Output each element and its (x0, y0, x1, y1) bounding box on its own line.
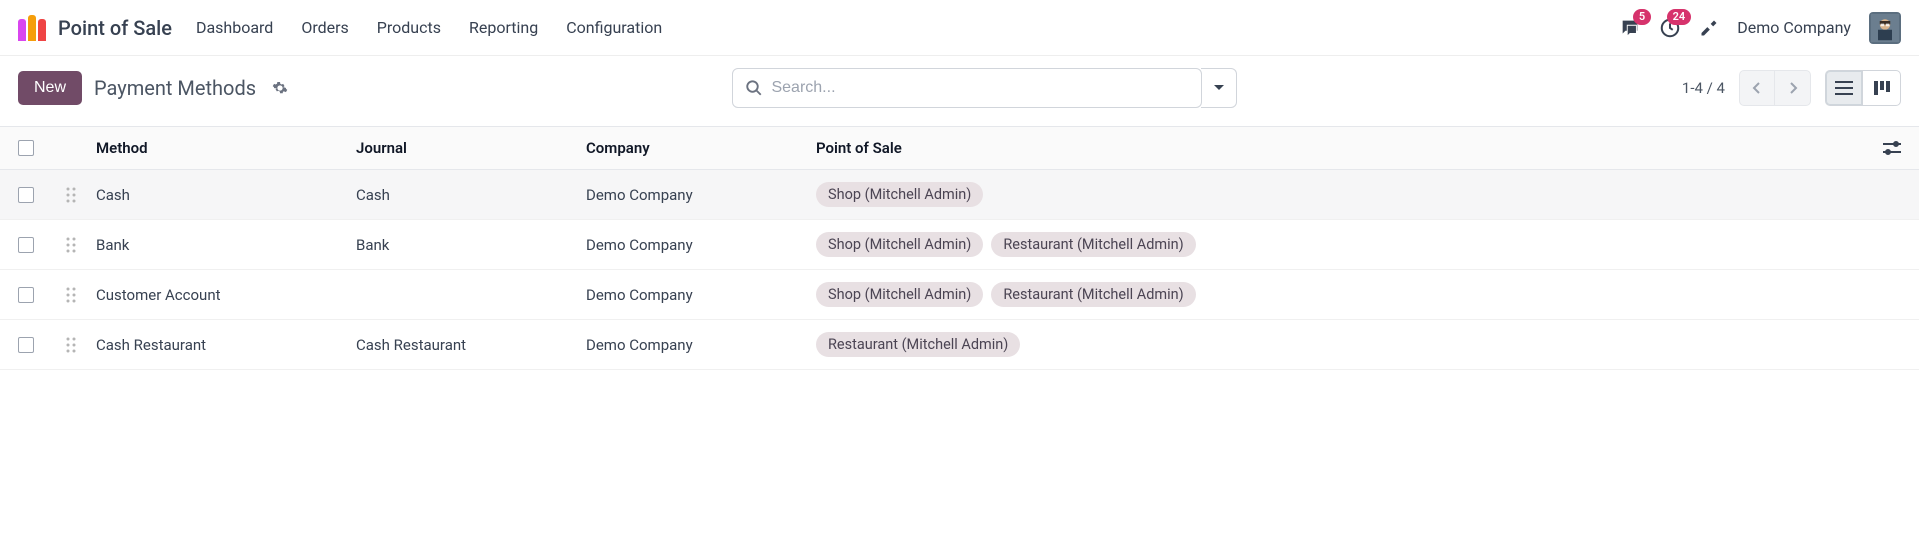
pager-prev-button[interactable] (1739, 70, 1775, 106)
cell-journal: Cash (356, 186, 586, 204)
sliders-icon (1883, 141, 1901, 155)
chevron-right-icon (1788, 81, 1798, 95)
row-checkbox[interactable] (18, 337, 34, 353)
chevron-left-icon (1752, 81, 1762, 95)
app-logo-icon[interactable] (18, 15, 48, 41)
pos-tag[interactable]: Restaurant (Mitchell Admin) (991, 282, 1195, 307)
search-icon (745, 79, 763, 97)
row-checkbox[interactable] (18, 287, 34, 303)
search-wrap (732, 68, 1237, 108)
select-all-checkbox[interactable] (18, 140, 34, 156)
cell-journal: Cash Restaurant (356, 336, 586, 354)
nav-dashboard[interactable]: Dashboard (196, 18, 273, 37)
cell-pos: Restaurant (Mitchell Admin) (816, 332, 1861, 357)
caret-down-icon (1214, 83, 1224, 93)
cell-company: Demo Company (586, 236, 816, 254)
page-title: Payment Methods (94, 76, 256, 100)
control-panel-right: 1-4 / 4 (1682, 70, 1901, 106)
messages-button[interactable]: 5 (1619, 17, 1641, 39)
company-switcher[interactable]: Demo Company (1737, 18, 1851, 37)
table-row[interactable]: CashCashDemo CompanyShop (Mitchell Admin… (0, 170, 1919, 220)
drag-handle-icon[interactable] (66, 237, 96, 253)
pos-tag[interactable]: Restaurant (Mitchell Admin) (991, 232, 1195, 257)
user-avatar[interactable] (1869, 12, 1901, 44)
view-switcher (1825, 70, 1901, 106)
top-nav: Point of Sale Dashboard Orders Products … (0, 0, 1919, 56)
table-row[interactable]: Customer Account Demo CompanyShop (Mitche… (0, 270, 1919, 320)
control-panel: New Payment Methods 1-4 / 4 (0, 56, 1919, 126)
columns-options-button[interactable] (1861, 141, 1901, 155)
cell-company: Demo Company (586, 336, 816, 354)
kanban-icon (1874, 81, 1890, 95)
drag-handle-icon[interactable] (66, 337, 96, 353)
activities-badge: 24 (1667, 9, 1692, 25)
cell-pos: Shop (Mitchell Admin) Restaurant (Mitchel… (816, 232, 1861, 257)
search-box[interactable] (732, 68, 1202, 108)
row-checkbox[interactable] (18, 187, 34, 203)
cell-journal: Bank (356, 236, 586, 254)
drag-handle-icon[interactable] (66, 187, 96, 203)
header-journal[interactable]: Journal (356, 139, 586, 157)
nav-products[interactable]: Products (377, 18, 441, 37)
header-pos[interactable]: Point of Sale (816, 139, 1861, 157)
pager-buttons (1739, 70, 1811, 106)
action-gear-icon[interactable] (272, 80, 288, 96)
topnav-right: 5 24 Demo Company (1619, 12, 1901, 44)
activities-button[interactable]: 24 (1659, 17, 1681, 39)
header-company[interactable]: Company (586, 139, 816, 157)
cell-method: Cash Restaurant (96, 336, 356, 354)
view-list-button[interactable] (1825, 70, 1863, 106)
pos-tag[interactable]: Shop (Mitchell Admin) (816, 182, 983, 207)
new-button[interactable]: New (18, 71, 82, 105)
pager-next-button[interactable] (1775, 70, 1811, 106)
tools-button[interactable] (1699, 18, 1719, 38)
view-kanban-button[interactable] (1863, 70, 1901, 106)
cell-pos: Shop (Mitchell Admin) (816, 182, 1861, 207)
cell-company: Demo Company (586, 286, 816, 304)
header-method[interactable]: Method (96, 139, 356, 157)
search-input[interactable] (771, 79, 1189, 97)
cell-company: Demo Company (586, 186, 816, 204)
nav-orders[interactable]: Orders (301, 18, 348, 37)
pos-tag[interactable]: Shop (Mitchell Admin) (816, 232, 983, 257)
wrench-icon (1699, 18, 1719, 38)
pager-text[interactable]: 1-4 / 4 (1682, 79, 1725, 97)
drag-handle-icon[interactable] (66, 287, 96, 303)
nav-items: Dashboard Orders Products Reporting Conf… (196, 18, 662, 37)
table-row[interactable]: Cash RestaurantCash RestaurantDemo Compa… (0, 320, 1919, 370)
avatar-icon (1871, 14, 1899, 42)
table-row[interactable]: BankBankDemo CompanyShop (Mitchell Admin… (0, 220, 1919, 270)
cell-method: Cash (96, 186, 356, 204)
nav-reporting[interactable]: Reporting (469, 18, 538, 37)
nav-configuration[interactable]: Configuration (566, 18, 662, 37)
app-title: Point of Sale (58, 16, 172, 40)
messages-badge: 5 (1633, 9, 1651, 25)
list-icon (1835, 81, 1853, 95)
cell-method: Customer Account (96, 286, 356, 304)
search-dropdown-toggle[interactable] (1201, 68, 1237, 108)
list-view: Method Journal Company Point of Sale Cas… (0, 126, 1919, 370)
row-checkbox[interactable] (18, 237, 34, 253)
pos-tag[interactable]: Shop (Mitchell Admin) (816, 282, 983, 307)
cell-method: Bank (96, 236, 356, 254)
list-header: Method Journal Company Point of Sale (0, 127, 1919, 170)
cell-pos: Shop (Mitchell Admin) Restaurant (Mitchel… (816, 282, 1861, 307)
pos-tag[interactable]: Restaurant (Mitchell Admin) (816, 332, 1020, 357)
